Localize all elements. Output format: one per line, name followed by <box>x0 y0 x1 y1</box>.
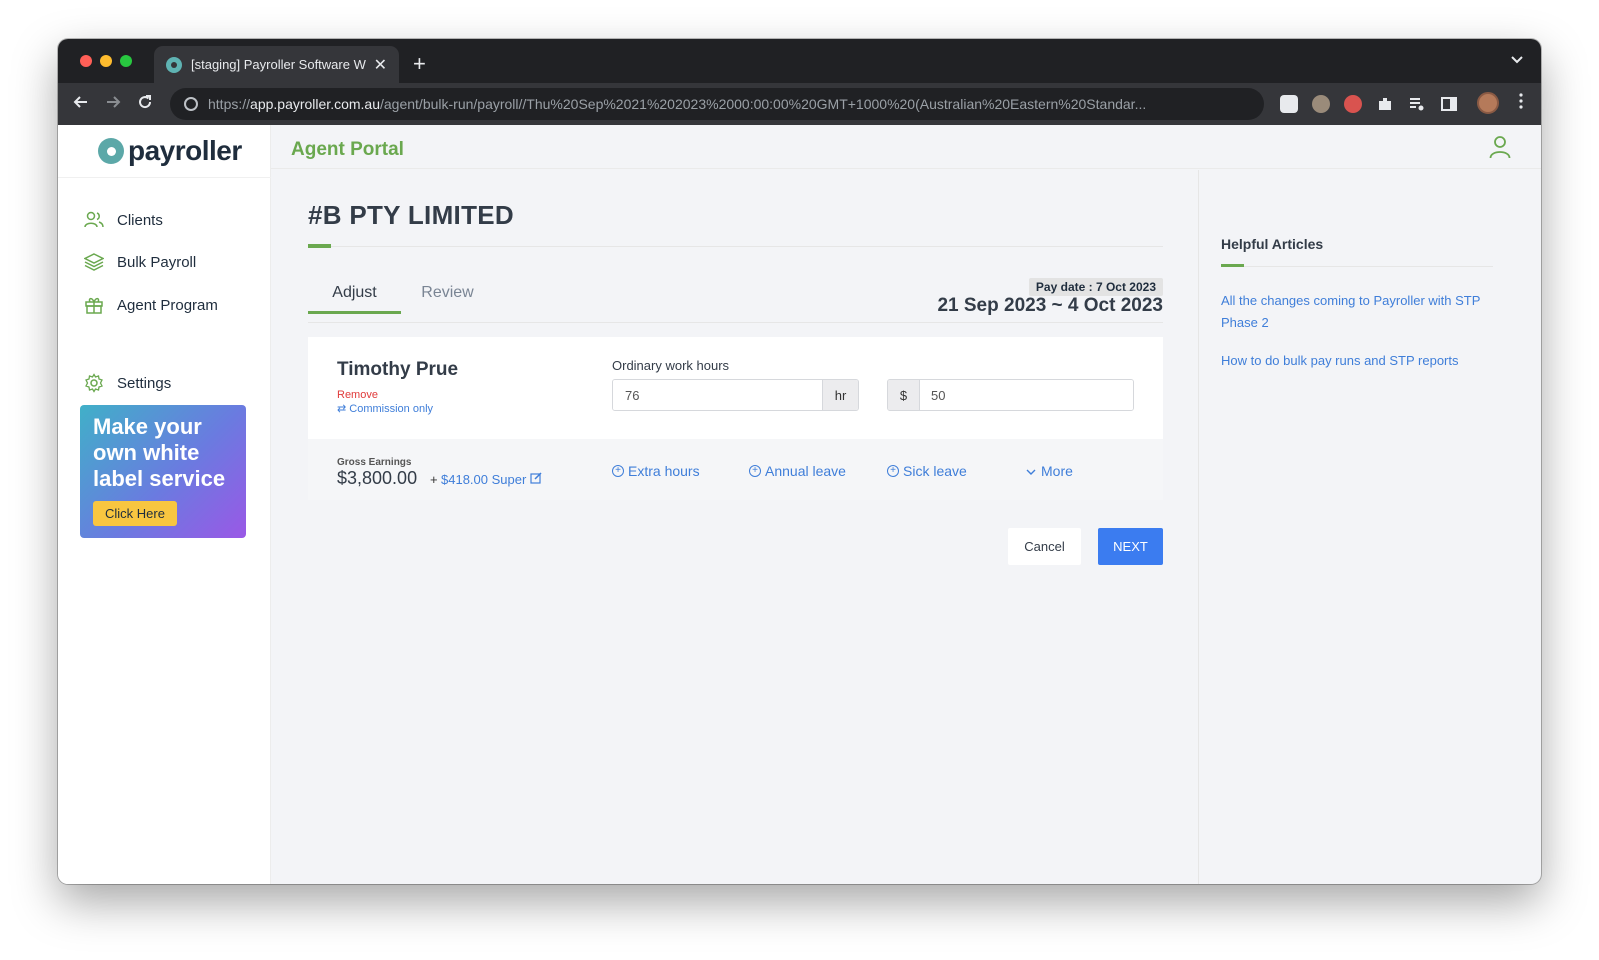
url-text: https://app.payroller.com.au/agent/bulk-… <box>208 96 1147 112</box>
help-divider <box>1221 266 1493 267</box>
main-content: #B PTY LIMITED Adjust Review Pay date : … <box>271 170 1198 884</box>
super-plus-sign: + <box>430 472 438 487</box>
swap-icon: ⇄ <box>337 403 350 415</box>
ordinary-hours-group: hr <box>612 379 859 411</box>
site-info-icon[interactable] <box>184 97 198 111</box>
extension-icon[interactable] <box>1344 95 1362 113</box>
employee-card: Timothy Prue Remove ⇄ Commission only Or… <box>308 337 1163 500</box>
users-icon <box>84 210 104 230</box>
pay-date-badge: Pay date : 7 Oct 2023 <box>1028 278 1163 296</box>
forward-arrow-icon[interactable] <box>104 93 122 116</box>
tab-review[interactable]: Review <box>401 278 494 314</box>
sidebar-item-bulk-payroll[interactable]: Bulk Payroll <box>84 252 196 272</box>
logo-text: payroller <box>128 135 242 166</box>
tabs-divider <box>308 322 1163 323</box>
ordinary-hours-input[interactable] <box>613 380 822 410</box>
cancel-button[interactable]: Cancel <box>1008 528 1081 565</box>
title-divider <box>308 246 1163 247</box>
sidebar-item-label: Clients <box>117 211 163 229</box>
title-accent <box>308 244 331 248</box>
browser-toolbar: https://app.payroller.com.au/agent/bulk-… <box>58 83 1541 125</box>
sidebar-item-agent-program[interactable]: Agent Program <box>84 295 218 315</box>
helpful-articles-title: Helpful Articles <box>1221 236 1324 252</box>
sidebar-item-label: Agent Program <box>117 296 218 314</box>
tab-close-icon[interactable]: ✕ <box>374 55 387 75</box>
remove-employee-link[interactable]: Remove <box>337 389 378 401</box>
gross-earnings-label: Gross Earnings <box>337 457 412 468</box>
promo-text: Make your own white label service <box>93 414 226 491</box>
helpful-articles-panel: Helpful Articles All the changes coming … <box>1198 170 1541 884</box>
new-tab-button[interactable]: + <box>413 51 426 77</box>
currency-prefix: $ <box>888 380 920 410</box>
browser-titlebar: [staging] Payroller Software W ✕ + <box>58 39 1541 83</box>
profile-avatar[interactable] <box>1477 92 1499 114</box>
white-label-promo-banner[interactable]: Make your own white label service Click … <box>80 405 246 538</box>
sidebar-divider <box>58 177 271 178</box>
annual-leave-button[interactable]: + Annual leave <box>749 463 846 479</box>
puzzle-extensions-icon[interactable] <box>1376 95 1394 113</box>
minimize-window-button[interactable] <box>100 55 112 67</box>
top-bar: Agent Portal <box>271 125 1541 169</box>
payroller-favicon-icon <box>166 56 182 73</box>
tab-search-chevron-icon[interactable] <box>1511 53 1523 67</box>
qr-extension-icon[interactable] <box>1280 95 1298 113</box>
portal-title: Agent Portal <box>291 139 404 160</box>
gift-icon <box>84 295 104 315</box>
chevron-down-icon <box>1026 463 1036 479</box>
payroller-logo[interactable]: payroller <box>98 135 242 167</box>
plus-circle-icon: + <box>887 465 899 477</box>
extension-icon[interactable] <box>1312 95 1330 113</box>
gear-icon <box>84 373 104 393</box>
earnings-footer: Gross Earnings $3,800.00 + $418.00 Super… <box>308 439 1163 500</box>
browser-menu-icon[interactable] <box>1519 93 1523 114</box>
payroller-logo-icon <box>98 138 124 164</box>
sidebar-item-label: Settings <box>117 374 172 392</box>
close-window-button[interactable] <box>80 55 92 67</box>
side-panel-icon[interactable] <box>1440 95 1458 113</box>
super-edit-link[interactable]: $418.00 Super <box>441 472 542 487</box>
sidebar-item-label: Bulk Payroll <box>117 253 197 271</box>
maximize-window-button[interactable] <box>120 55 132 67</box>
tab-adjust[interactable]: Adjust <box>308 278 401 314</box>
plus-circle-icon: + <box>749 465 761 477</box>
next-button[interactable]: NEXT <box>1098 528 1163 565</box>
promo-click-here-button[interactable]: Click Here <box>93 501 177 526</box>
tab-title: [staging] Payroller Software W <box>191 57 366 72</box>
help-accent <box>1221 264 1244 267</box>
employee-name: Timothy Prue <box>337 359 459 380</box>
back-arrow-icon[interactable] <box>72 93 90 116</box>
browser-window: [staging] Payroller Software W ✕ + https… <box>58 39 1541 884</box>
sidebar: payroller Clients Bulk Payroll Agent Pro… <box>58 125 271 884</box>
sidebar-item-clients[interactable]: Clients <box>84 210 163 230</box>
payroller-app: payroller Clients Bulk Payroll Agent Pro… <box>58 125 1541 884</box>
plus-circle-icon: + <box>612 465 624 477</box>
page-title: #B PTY LIMITED <box>308 200 514 230</box>
layers-icon <box>84 252 104 272</box>
media-queue-icon[interactable] <box>1408 95 1426 113</box>
sick-leave-button[interactable]: + Sick leave <box>887 463 967 479</box>
user-profile-icon[interactable] <box>1489 135 1511 164</box>
hours-unit: hr <box>822 380 858 410</box>
commission-only-link[interactable]: ⇄ Commission only <box>337 402 433 415</box>
extra-hours-button[interactable]: + Extra hours <box>612 463 700 479</box>
hourly-rate-group: $ <box>887 379 1134 411</box>
ordinary-hours-label: Ordinary work hours <box>612 358 730 373</box>
gross-earnings-amount: $3,800.00 <box>337 468 418 488</box>
article-link-bulk-pay-runs[interactable]: How to do bulk pay runs and STP reports <box>1221 350 1501 372</box>
article-link-stp-phase-2[interactable]: All the changes coming to Payroller with… <box>1221 290 1501 334</box>
reload-icon[interactable] <box>136 93 154 116</box>
edit-icon <box>530 472 542 487</box>
sidebar-item-settings[interactable]: Settings <box>84 373 171 393</box>
hourly-rate-input[interactable] <box>920 380 1133 410</box>
more-options-button[interactable]: More <box>1026 463 1073 479</box>
browser-tab[interactable]: [staging] Payroller Software W ✕ <box>154 46 399 83</box>
address-bar[interactable]: https://app.payroller.com.au/agent/bulk-… <box>170 88 1264 120</box>
pay-period: 21 Sep 2023 ~ 4 Oct 2023 <box>937 295 1163 316</box>
step-tabs: Adjust Review <box>308 278 494 314</box>
